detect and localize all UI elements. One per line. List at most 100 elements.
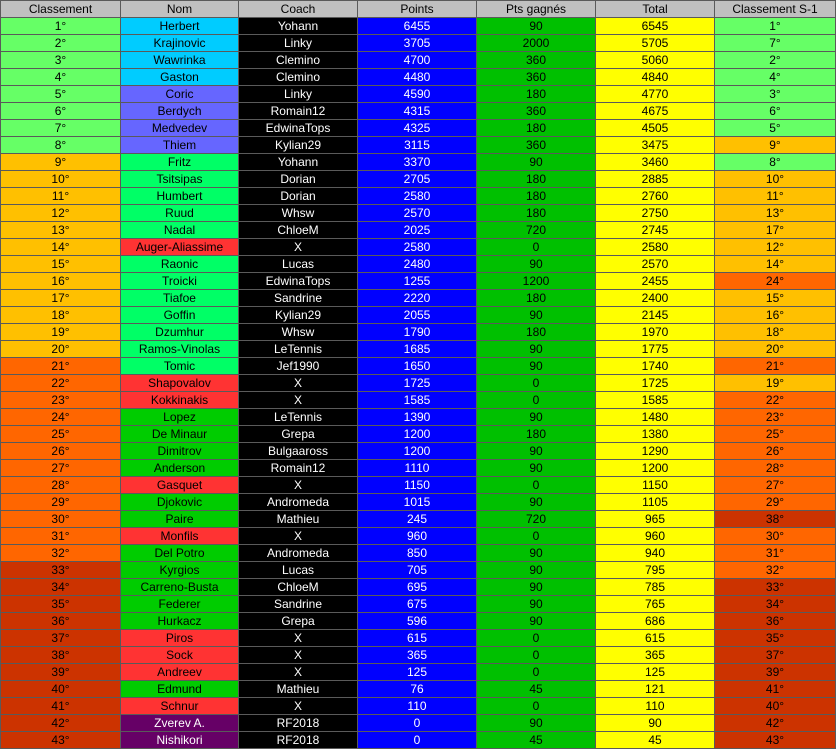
previous-rank-cell: 28° <box>714 459 836 477</box>
header-classement-s1: Classement S-1 <box>714 0 836 18</box>
player-name-cell: Nadal <box>120 221 239 239</box>
header-row: Classement Nom Coach Points Pts gagnés T… <box>0 0 836 18</box>
total-cell: 90 <box>595 714 715 732</box>
coach-cell: LeTennis <box>238 408 358 426</box>
coach-cell: Andromeda <box>238 493 358 511</box>
points-cell: 0 <box>357 731 477 749</box>
rank-cell: 15° <box>0 255 121 273</box>
player-name-cell: Fritz <box>120 153 239 171</box>
table-row: 16° Troicki EdwinaTops 1255 1200 2455 24° <box>0 272 836 290</box>
player-name-cell: Zverev A. <box>120 714 239 732</box>
points-cell: 76 <box>357 680 477 698</box>
points-gained-cell: 90 <box>476 459 596 477</box>
header-coach: Coach <box>238 0 358 18</box>
table-row: 29° Djokovic Andromeda 1015 90 1105 29° <box>0 493 836 511</box>
total-cell: 3475 <box>595 136 715 154</box>
points-gained-cell: 0 <box>476 663 596 681</box>
coach-cell: Kylian29 <box>238 306 358 324</box>
previous-rank-cell: 6° <box>714 102 836 120</box>
player-name-cell: Djokovic <box>120 493 239 511</box>
table-row: 23° Kokkinakis X 1585 0 1585 22° <box>0 391 836 409</box>
player-name-cell: Andreev <box>120 663 239 681</box>
table-row: 39° Andreev X 125 0 125 39° <box>0 663 836 681</box>
previous-rank-cell: 29° <box>714 493 836 511</box>
coach-cell: Linky <box>238 34 358 52</box>
total-cell: 965 <box>595 510 715 528</box>
previous-rank-cell: 12° <box>714 238 836 256</box>
rank-cell: 6° <box>0 102 121 120</box>
rank-cell: 32° <box>0 544 121 562</box>
coach-cell: X <box>238 527 358 545</box>
total-cell: 2745 <box>595 221 715 239</box>
points-cell: 2705 <box>357 170 477 188</box>
rank-cell: 14° <box>0 238 121 256</box>
total-cell: 4675 <box>595 102 715 120</box>
rank-cell: 12° <box>0 204 121 222</box>
points-gained-cell: 0 <box>476 646 596 664</box>
rank-cell: 27° <box>0 459 121 477</box>
player-name-cell: Piros <box>120 629 239 647</box>
total-cell: 4840 <box>595 68 715 86</box>
previous-rank-cell: 7° <box>714 34 836 52</box>
points-cell: 1015 <box>357 493 477 511</box>
rank-cell: 7° <box>0 119 121 137</box>
table-row: 40° Edmund Mathieu 76 45 121 41° <box>0 680 836 698</box>
total-cell: 6545 <box>595 17 715 35</box>
rank-cell: 36° <box>0 612 121 630</box>
previous-rank-cell: 2° <box>714 51 836 69</box>
table-row: 30° Paire Mathieu 245 720 965 38° <box>0 510 836 528</box>
points-cell: 4315 <box>357 102 477 120</box>
coach-cell: Yohann <box>238 17 358 35</box>
points-gained-cell: 0 <box>476 476 596 494</box>
total-cell: 110 <box>595 697 715 715</box>
total-cell: 1290 <box>595 442 715 460</box>
table-row: 13° Nadal ChloeM 2025 720 2745 17° <box>0 221 836 239</box>
points-cell: 596 <box>357 612 477 630</box>
points-cell: 1200 <box>357 425 477 443</box>
points-gained-cell: 90 <box>476 255 596 273</box>
table-row: 11° Humbert Dorian 2580 180 2760 11° <box>0 187 836 205</box>
previous-rank-cell: 15° <box>714 289 836 307</box>
coach-cell: EdwinaTops <box>238 272 358 290</box>
player-name-cell: Humbert <box>120 187 239 205</box>
rank-cell: 23° <box>0 391 121 409</box>
points-gained-cell: 0 <box>476 391 596 409</box>
points-gained-cell: 180 <box>476 425 596 443</box>
points-gained-cell: 90 <box>476 153 596 171</box>
coach-cell: Lucas <box>238 255 358 273</box>
table-row: 4° Gaston Clemino 4480 360 4840 4° <box>0 68 836 86</box>
table-row: 33° Kyrgios Lucas 705 90 795 32° <box>0 561 836 579</box>
table-row: 26° Dimitrov Bulgaaross 1200 90 1290 26° <box>0 442 836 460</box>
total-cell: 4505 <box>595 119 715 137</box>
rank-cell: 2° <box>0 34 121 52</box>
coach-cell: Kylian29 <box>238 136 358 154</box>
coach-cell: X <box>238 476 358 494</box>
points-cell: 2220 <box>357 289 477 307</box>
player-name-cell: Kyrgios <box>120 561 239 579</box>
player-name-cell: Nishikori <box>120 731 239 749</box>
previous-rank-cell: 17° <box>714 221 836 239</box>
player-name-cell: Anderson <box>120 459 239 477</box>
table-row: 34° Carreno-Busta ChloeM 695 90 785 33° <box>0 578 836 596</box>
table-row: 27° Anderson Romain12 1110 90 1200 28° <box>0 459 836 477</box>
points-cell: 675 <box>357 595 477 613</box>
total-cell: 765 <box>595 595 715 613</box>
total-cell: 795 <box>595 561 715 579</box>
player-name-cell: Goffin <box>120 306 239 324</box>
total-cell: 1775 <box>595 340 715 358</box>
rank-cell: 16° <box>0 272 121 290</box>
table-row: 6° Berdych Romain12 4315 360 4675 6° <box>0 102 836 120</box>
points-cell: 3705 <box>357 34 477 52</box>
points-cell: 1790 <box>357 323 477 341</box>
points-cell: 615 <box>357 629 477 647</box>
coach-cell: ChloeM <box>238 221 358 239</box>
previous-rank-cell: 3° <box>714 85 836 103</box>
points-cell: 1685 <box>357 340 477 358</box>
player-name-cell: Lopez <box>120 408 239 426</box>
points-cell: 4480 <box>357 68 477 86</box>
points-gained-cell: 360 <box>476 102 596 120</box>
points-cell: 4700 <box>357 51 477 69</box>
previous-rank-cell: 33° <box>714 578 836 596</box>
points-cell: 110 <box>357 697 477 715</box>
rank-cell: 24° <box>0 408 121 426</box>
